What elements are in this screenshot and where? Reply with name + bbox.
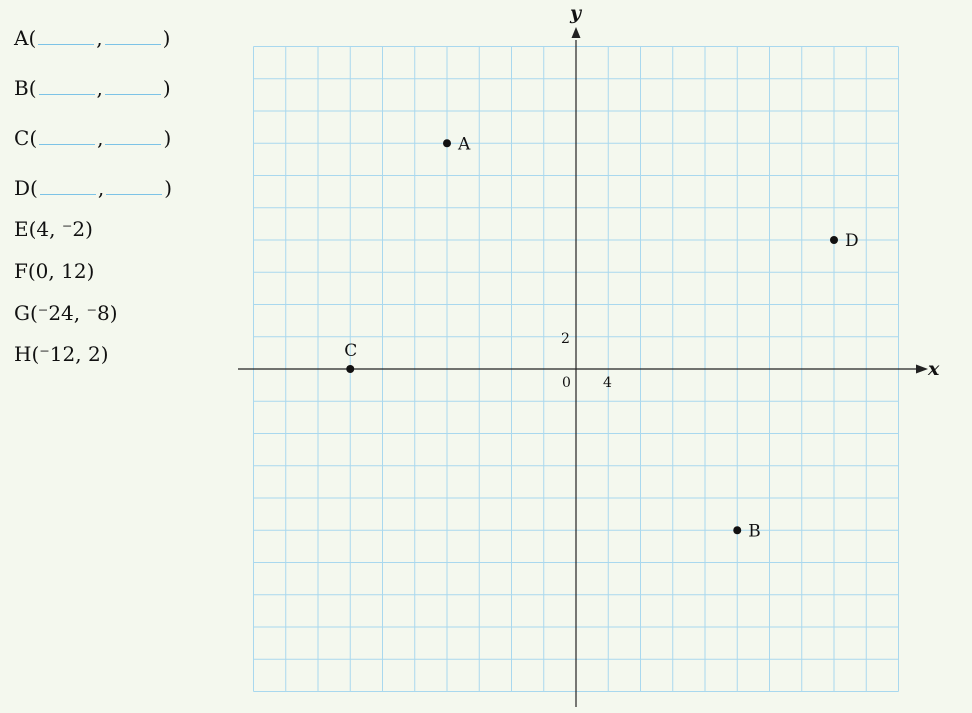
point-d-label: D — [845, 231, 859, 251]
x-tick-label: 4 — [603, 375, 612, 391]
point-c-label: C — [344, 341, 357, 361]
coordinate-plane[interactable]: x y 0 4 2 A B C D — [0, 0, 972, 713]
x-axis-arrow-icon — [916, 364, 928, 374]
y-axis-label: y — [569, 2, 583, 24]
plotted-points: A B C D — [344, 134, 858, 541]
point-d-marker — [830, 236, 838, 244]
origin-label: 0 — [562, 375, 571, 391]
point-a-label: A — [457, 134, 471, 154]
x-axis-label: x — [927, 358, 940, 380]
y-axis-arrow-icon — [571, 27, 581, 38]
point-a-marker — [443, 139, 451, 148]
y-tick-label: 2 — [561, 331, 570, 347]
point-b-marker — [733, 526, 742, 535]
point-b-label: B — [748, 521, 761, 541]
point-c-marker — [346, 365, 355, 373]
